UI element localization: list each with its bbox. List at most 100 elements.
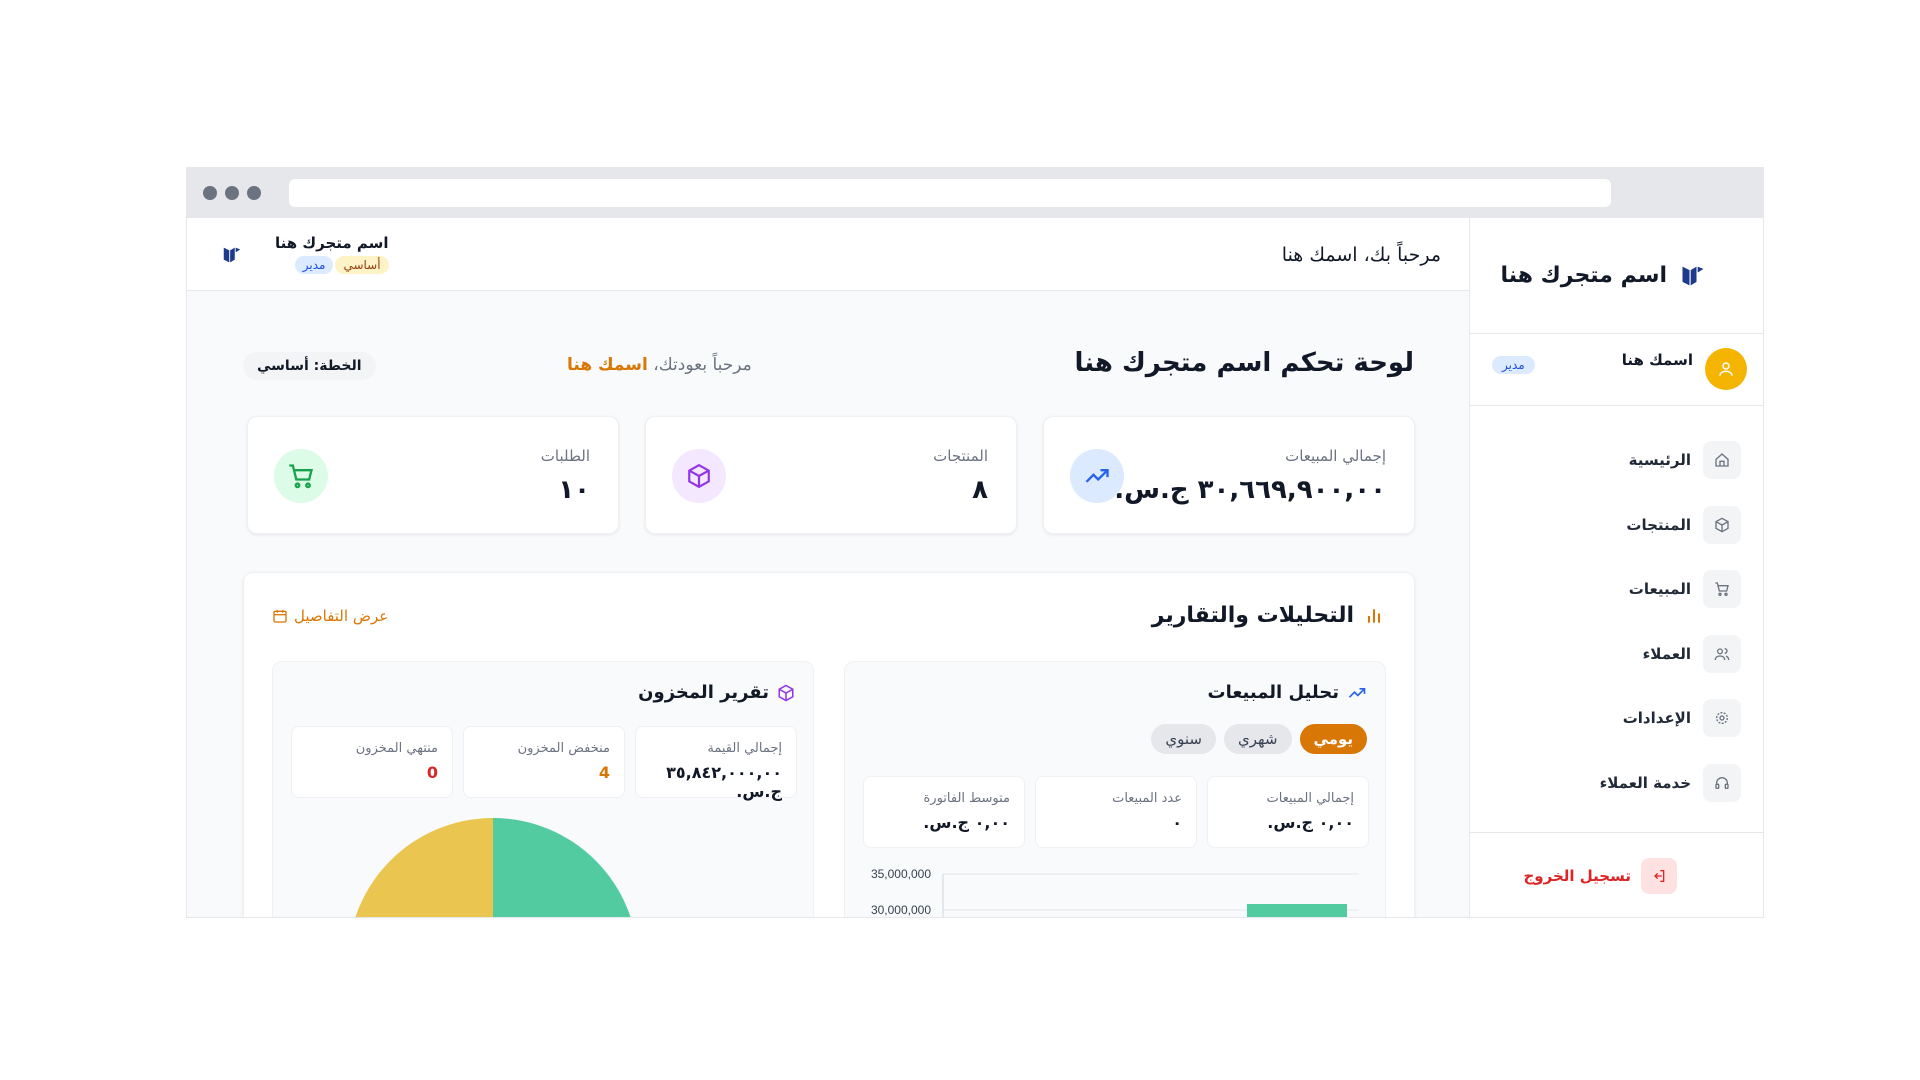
metric-label: منتهي المخزون (355, 741, 438, 756)
metric-value: ٠,٠٠ ج.س. (1267, 813, 1354, 832)
y-tick-label: 35,000,000 (871, 868, 931, 881)
box-icon (672, 449, 726, 503)
calendar-icon (273, 610, 287, 623)
metric-value: ٠ (1172, 813, 1182, 832)
stat-card-products: المنتجات ٨ (645, 416, 1017, 534)
sales-analysis-panel: تحليل المبيعات يومي شهري سنوي إجمالي الم… (844, 661, 1386, 917)
sidebar-item-support[interactable]: خدمة العملاء (1470, 751, 1763, 816)
sidebar-brand: اسم متجرك هنا (1470, 218, 1763, 334)
details-link-text: عرض التفاصيل (294, 607, 389, 625)
metric-label: متوسط الفاتورة (923, 791, 1011, 806)
user-avatar-icon (1705, 348, 1747, 390)
sidebar-item-settings[interactable]: الإعدادات (1470, 686, 1763, 751)
logout-button[interactable]: تسجيل الخروج (1523, 858, 1677, 894)
plan-badge-pill: الخطة: أساسي (243, 352, 376, 380)
stat-value: ١٠ (558, 475, 590, 505)
user-role-badge: مدير (1492, 356, 1535, 374)
greeting-name: اسمك هنا (567, 355, 648, 375)
metric-label: عدد المبيعات (1112, 791, 1182, 806)
stat-label: إجمالي المبيعات (1285, 447, 1386, 465)
metric-total-sales: إجمالي المبيعات ٠,٠٠ ج.س. (1207, 776, 1369, 848)
box-icon (1703, 505, 1741, 544)
view-details-link[interactable]: عرض التفاصيل (272, 607, 388, 625)
page-title: لوحة تحكم اسم متجرك هنا (1074, 348, 1414, 378)
tab-yearly[interactable]: سنوي (1151, 724, 1216, 754)
window-controls (203, 186, 261, 200)
metric-label: إجمالي المبيعات (1266, 791, 1354, 806)
stat-value: ٨ (972, 475, 988, 505)
sidebar-item-label: المبيعات (1628, 580, 1691, 599)
metric-avg-invoice: متوسط الفاتورة ٠,٠٠ ج.س. (863, 776, 1025, 848)
sidebar-item-label: المنتجات (1626, 515, 1691, 534)
metric-sales-count: عدد المبيعات ٠ (1035, 776, 1197, 848)
period-tabs: يومي شهري سنوي (1151, 724, 1367, 754)
metric-label: منخفض المخزون (517, 741, 610, 756)
role-badge: مدير (294, 256, 334, 274)
metric-value: ٣٥,٨٤٢,٠٠٠,٠٠ ج.س. (666, 763, 782, 801)
app: مرحباً بك، اسمك هنا اسم متجرك هنا أساسي … (187, 218, 1763, 917)
sidebar-store-name: اسم متجرك هنا (1500, 263, 1667, 288)
metric-low-stock: منخفض المخزون 4 (463, 726, 625, 798)
user-name: اسمك هنا (1621, 351, 1693, 369)
metric-value: 4 (598, 763, 610, 782)
maximize-dot-icon[interactable] (247, 186, 261, 200)
inventory-pie-chart (355, 818, 631, 917)
stat-label: الطلبات (540, 447, 590, 465)
badges: أساسي مدير (275, 256, 389, 274)
inventory-title: تقرير المخزون (638, 682, 795, 703)
users-icon (1703, 634, 1741, 673)
cart-icon (1703, 570, 1741, 609)
greeting: مرحباً بعودتك، اسمك هنا (567, 355, 752, 375)
store-name: اسم متجرك هنا (275, 234, 389, 252)
sales-analysis-title-text: تحليل المبيعات (1207, 682, 1339, 703)
main-content: مرحباً بك، اسمك هنا اسم متجرك هنا أساسي … (187, 218, 1469, 917)
stat-label: المنتجات (933, 447, 988, 465)
cart-icon (274, 449, 328, 503)
sidebar-item-label: العملاء (1642, 644, 1691, 663)
gear-icon (1703, 699, 1741, 738)
stat-card-sales: إجمالي المبيعات ٣٠,٦٦٩,٩٠٠,٠٠ ج.س. (1043, 416, 1415, 534)
sales-analysis-title: تحليل المبيعات (1208, 682, 1367, 703)
close-dot-icon[interactable] (203, 186, 217, 200)
tab-monthly[interactable]: شهري (1224, 724, 1292, 754)
browser-window: مرحباً بك، اسمك هنا اسم متجرك هنا أساسي … (186, 167, 1764, 918)
sidebar-item-products[interactable]: المنتجات (1470, 493, 1763, 558)
top-bar: مرحباً بك، اسمك هنا اسم متجرك هنا أساسي … (187, 218, 1469, 291)
pie-slice-green (493, 818, 631, 917)
minimize-dot-icon[interactable] (225, 186, 239, 200)
address-bar[interactable] (289, 179, 1611, 207)
sales-bar-chart: 35,000,000 30,000,000 (871, 868, 1359, 917)
tab-daily[interactable]: يومي (1299, 724, 1367, 754)
pie-slice-yellow (355, 818, 493, 917)
store-logo-icon (1682, 266, 1704, 285)
sidebar-nav: الرئيسية المنتجات المبيعات العملاء الإعد… (1470, 406, 1763, 833)
metric-out-of-stock: منتهي المخزون 0 (291, 726, 453, 798)
sidebar-item-home[interactable]: الرئيسية (1470, 428, 1763, 493)
metric-value: 0 (426, 763, 438, 782)
metric-value: ٠,٠٠ ج.س. (923, 813, 1010, 832)
store-logo-icon (223, 247, 241, 263)
sidebar-user: اسمك هنا مدير (1470, 334, 1763, 406)
y-tick-label: 30,000,000 (871, 903, 931, 917)
bar-chart-icon (1367, 608, 1381, 623)
trending-up-icon (1348, 687, 1366, 698)
sidebar-item-label: خدمة العملاء (1599, 773, 1691, 792)
sidebar-item-label: الإعدادات (1622, 709, 1691, 728)
browser-chrome (187, 168, 1763, 218)
logout-icon (1641, 858, 1677, 894)
greeting-prefix: مرحباً بعودتك، (653, 355, 752, 375)
metric-total-value: إجمالي القيمة ٣٥,٨٤٢,٠٠٠,٠٠ ج.س. (635, 726, 797, 801)
sidebar-item-label: الرئيسية (1628, 451, 1691, 470)
stat-card-orders: الطلبات ١٠ (247, 416, 619, 534)
inventory-title-text: تقرير المخزون (638, 682, 769, 703)
home-icon (1703, 441, 1741, 480)
sidebar-item-sales[interactable]: المبيعات (1470, 557, 1763, 622)
logout-label: تسجيل الخروج (1523, 867, 1632, 885)
bar (1247, 904, 1347, 917)
analytics-title-text: التحليلات والتقارير (1151, 603, 1354, 628)
welcome-text: مرحباً بك، اسمك هنا (1281, 244, 1441, 266)
plan-badge: أساسي (335, 256, 389, 274)
sidebar-item-customers[interactable]: العملاء (1470, 622, 1763, 687)
analytics-title: التحليلات والتقارير (1152, 603, 1384, 628)
trending-up-icon (1070, 449, 1124, 503)
